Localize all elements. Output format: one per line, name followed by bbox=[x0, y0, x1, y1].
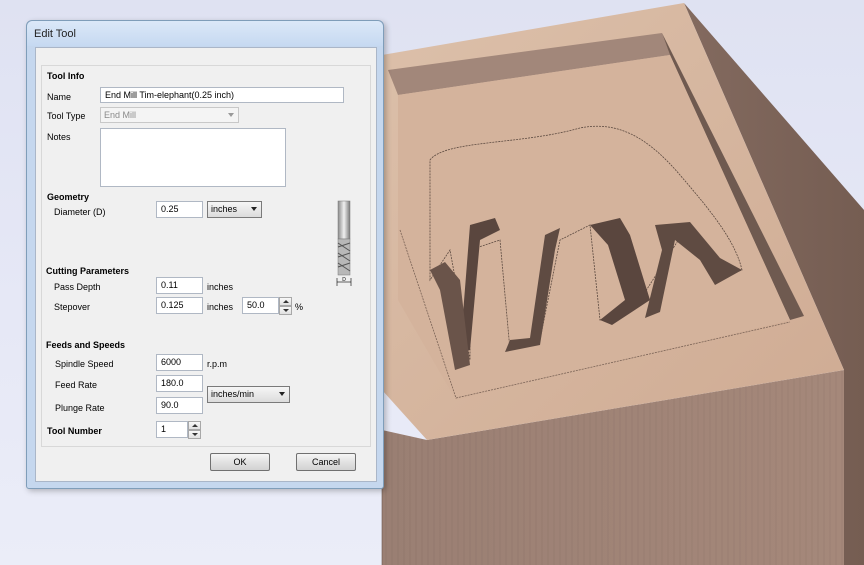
stepover-unit: inches bbox=[207, 302, 234, 312]
dialog-title: Edit Tool bbox=[34, 28, 76, 40]
end-mill-diagram-icon: D bbox=[336, 200, 352, 286]
chevron-down-icon bbox=[279, 392, 285, 396]
chevron-down-icon bbox=[251, 207, 257, 211]
tool-type-select[interactable]: End Mill bbox=[100, 107, 239, 123]
pass-depth-input[interactable]: 0.11 bbox=[156, 277, 203, 294]
diameter-units-select[interactable]: inches bbox=[207, 201, 262, 218]
feed-rate-label: Feed Rate bbox=[55, 380, 98, 390]
pass-depth-unit: inches bbox=[207, 282, 234, 292]
edit-tool-dialog: Edit Tool Tool Info Name End Mill Tim-el… bbox=[26, 20, 384, 489]
title-bar[interactable]: Edit Tool bbox=[27, 21, 383, 46]
spindle-speed-input[interactable]: 6000 bbox=[156, 354, 203, 371]
diameter-input[interactable]: 0.25 bbox=[156, 201, 203, 218]
ok-button[interactable]: OK bbox=[210, 453, 270, 471]
stepover-percent-input[interactable]: 50.0 bbox=[242, 297, 279, 314]
cutting-parameters-heading: Cutting Parameters bbox=[46, 266, 130, 276]
tool-info-heading: Tool Info bbox=[47, 71, 85, 81]
name-input[interactable]: End Mill Tim-elephant(0.25 inch) bbox=[100, 87, 344, 103]
tool-number-spinner[interactable] bbox=[188, 421, 201, 439]
diameter-diagram-label: D bbox=[342, 277, 346, 283]
plunge-rate-input[interactable]: 90.0 bbox=[156, 397, 203, 414]
pass-depth-label: Pass Depth bbox=[54, 282, 101, 292]
spindle-speed-unit: r.p.m bbox=[207, 359, 228, 369]
rate-units-select[interactable]: inches/min bbox=[207, 386, 290, 403]
feeds-speeds-heading: Feeds and Speeds bbox=[46, 340, 126, 350]
stepover-input[interactable]: 0.125 bbox=[156, 297, 203, 314]
tool-number-label: Tool Number bbox=[47, 426, 102, 436]
diameter-units-value: inches bbox=[211, 204, 238, 214]
rate-units-value: inches/min bbox=[211, 389, 255, 399]
spindle-speed-label: Spindle Speed bbox=[55, 359, 114, 369]
notes-label: Notes bbox=[47, 132, 71, 142]
notes-textarea[interactable] bbox=[100, 128, 286, 187]
dialog-client-area: Tool Info Name End Mill Tim-elephant(0.2… bbox=[35, 47, 377, 482]
plunge-rate-label: Plunge Rate bbox=[55, 403, 105, 413]
tool-type-value: End Mill bbox=[104, 110, 137, 120]
stepover-label: Stepover bbox=[54, 302, 91, 312]
name-label: Name bbox=[47, 92, 72, 102]
geometry-heading: Geometry bbox=[47, 192, 90, 202]
tool-number-input[interactable]: 1 bbox=[156, 421, 188, 438]
percent-sign: % bbox=[295, 302, 304, 312]
diameter-label: Diameter (D) bbox=[54, 207, 106, 217]
cancel-button[interactable]: Cancel bbox=[296, 453, 356, 471]
stepover-percent-spinner[interactable] bbox=[279, 297, 292, 315]
tool-type-label: Tool Type bbox=[47, 111, 86, 121]
chevron-down-icon bbox=[228, 113, 234, 117]
feed-rate-input[interactable]: 180.0 bbox=[156, 375, 203, 392]
